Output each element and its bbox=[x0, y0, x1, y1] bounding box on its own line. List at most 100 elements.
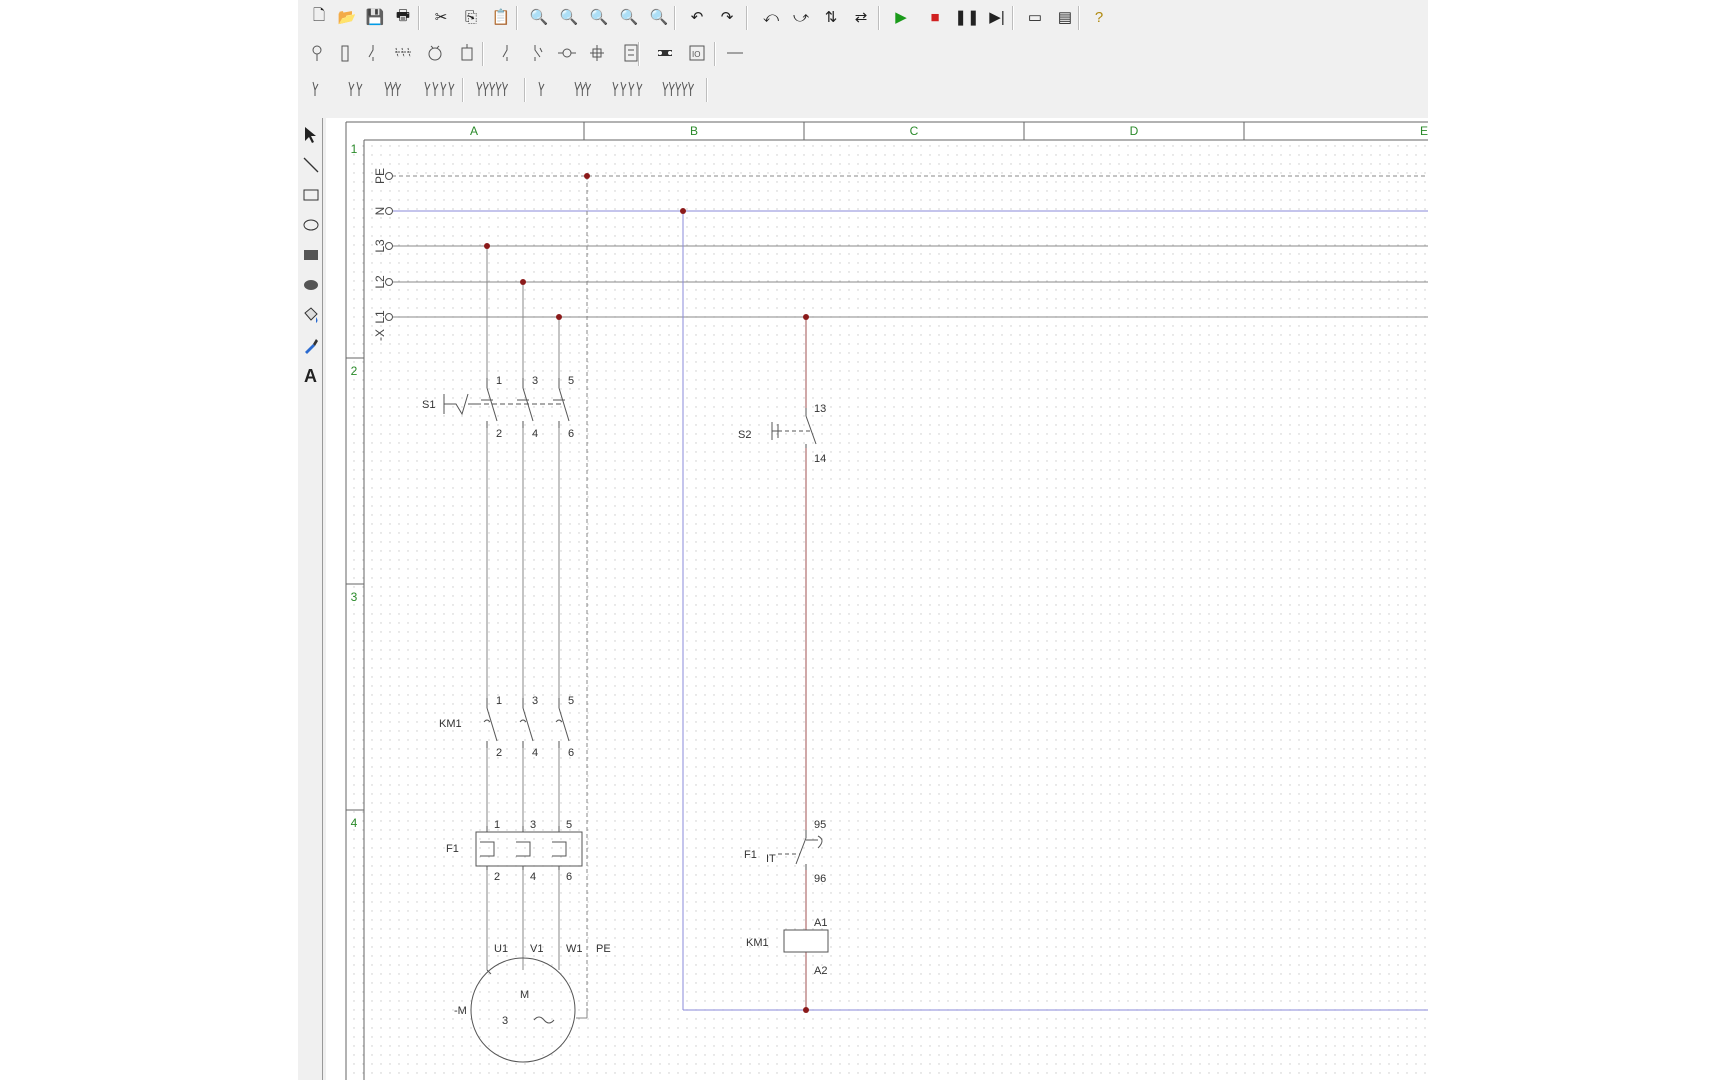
terminal-symbol-icon[interactable] bbox=[584, 40, 610, 66]
double-contact-icon[interactable] bbox=[344, 76, 370, 102]
schematic-drawing: ABCDE 1234 PE N L3 L2 L1 -X S1 1 3 5 2 4… bbox=[345, 121, 1428, 1080]
print-icon[interactable]: 🖶 bbox=[390, 4, 416, 30]
cut-icon[interactable]: ✂ bbox=[428, 4, 454, 30]
f1-terminal-3: 3 bbox=[530, 819, 536, 831]
motor-label: -M bbox=[454, 1005, 467, 1017]
fuse-symbol-icon[interactable] bbox=[332, 40, 358, 66]
filled-rectangle-tool-icon[interactable] bbox=[300, 242, 322, 268]
single-contact-icon[interactable] bbox=[308, 76, 334, 102]
redo-icon[interactable]: ↷ bbox=[714, 4, 740, 30]
zoom-width-icon[interactable]: 🔍 bbox=[556, 4, 582, 30]
undo-icon[interactable]: ↶ bbox=[684, 4, 710, 30]
nc-multi-icon[interactable] bbox=[660, 76, 698, 102]
zoom-window-icon[interactable]: 🔍 bbox=[646, 4, 672, 30]
nc-single-icon[interactable] bbox=[534, 76, 560, 102]
zoom-in-icon[interactable]: 🔍 bbox=[586, 4, 612, 30]
motor-symbol-icon[interactable] bbox=[422, 40, 448, 66]
toolbar-separator bbox=[516, 6, 518, 30]
grid-background bbox=[346, 140, 1428, 1080]
lamp-symbol-icon[interactable] bbox=[304, 40, 330, 66]
no-contact-symbol-icon[interactable] bbox=[494, 40, 520, 66]
new-file-icon[interactable]: 🗋 bbox=[306, 4, 332, 30]
symbol-toolbar: IO bbox=[298, 36, 1428, 72]
save-icon[interactable]: 💾 bbox=[362, 4, 388, 30]
motor-terminal-pe: PE bbox=[596, 943, 611, 955]
s2-terminal-13: 13 bbox=[814, 403, 826, 415]
junction-control-l1 bbox=[803, 314, 809, 320]
open-folder-icon[interactable]: 📂 bbox=[334, 4, 360, 30]
multi-contact-icon[interactable] bbox=[474, 76, 512, 102]
km1-terminal-2: 2 bbox=[496, 747, 502, 759]
window-icon[interactable]: ▭ bbox=[1022, 4, 1048, 30]
sensor-symbol-icon[interactable] bbox=[554, 40, 580, 66]
triple-contact-symbol-icon[interactable] bbox=[390, 40, 416, 66]
fill-bucket-icon[interactable] bbox=[300, 302, 322, 328]
column-label-a: A bbox=[470, 124, 478, 138]
coil-symbol-icon[interactable] bbox=[454, 40, 480, 66]
km1-terminal-4: 4 bbox=[532, 747, 538, 759]
color-picker-icon[interactable] bbox=[300, 332, 322, 358]
pause-simulation-icon[interactable]: ❚❚ bbox=[954, 4, 980, 30]
step-simulation-icon[interactable]: ▶| bbox=[984, 4, 1010, 30]
s1-terminal-1: 1 bbox=[496, 375, 502, 387]
f1-aux-terminal-96: 96 bbox=[814, 873, 826, 885]
km1-terminal-5: 5 bbox=[568, 695, 574, 707]
zoom-page-icon[interactable]: 🔍 bbox=[526, 4, 552, 30]
s1-terminal-6: 6 bbox=[568, 428, 574, 440]
bus-pe-label: PE bbox=[373, 168, 387, 184]
quad-contact-icon[interactable] bbox=[422, 76, 460, 102]
km1-coil[interactable] bbox=[783, 929, 829, 953]
bus-l1-label: L1 bbox=[373, 310, 387, 324]
filled-ellipse-tool-icon[interactable] bbox=[300, 272, 322, 298]
column-label-d: D bbox=[1130, 124, 1139, 138]
copy-icon[interactable]: ⎘ bbox=[458, 4, 484, 30]
line-tool-icon[interactable] bbox=[300, 152, 322, 178]
stop-simulation-icon[interactable]: ■ bbox=[922, 4, 948, 30]
f1-main-label: F1 bbox=[446, 843, 459, 855]
help-icon[interactable]: ? bbox=[1086, 4, 1112, 30]
paste-icon[interactable]: 📋 bbox=[488, 4, 514, 30]
line-symbol-icon[interactable] bbox=[722, 40, 748, 66]
nc-quad-icon[interactable] bbox=[610, 76, 648, 102]
schematic-canvas[interactable]: ABCDE 1234 PE N L3 L2 L1 -X S1 1 3 5 2 4… bbox=[326, 118, 1428, 1080]
motor-terminal-w1: W1 bbox=[566, 943, 583, 955]
connector-symbol-icon[interactable] bbox=[652, 40, 678, 66]
toolbar-separator bbox=[1012, 6, 1014, 30]
toolbar-separator bbox=[524, 78, 526, 102]
triple-contact-icon[interactable] bbox=[380, 76, 406, 102]
main-toolbar: 🗋 📂 💾 🖶 ✂ ⎘ 📋 🔍 🔍 🔍 🔍 🔍 ↶ ↷ ⤺ ⤻ ⇅ ⇄ ▶ ■ ❚❚ ▶| ▭ ▤? bbox=[298, 0, 1428, 36]
toolbar-separator bbox=[746, 6, 748, 30]
contact-symbol-icon[interactable] bbox=[360, 40, 386, 66]
s1-terminal-5: 5 bbox=[568, 375, 574, 387]
km1-coil-terminal-a1: A1 bbox=[814, 917, 827, 929]
ellipse-tool-icon[interactable] bbox=[300, 212, 322, 238]
row-label-1: 1 bbox=[351, 142, 358, 156]
zoom-out-icon[interactable]: 🔍 bbox=[616, 4, 642, 30]
flip-horizontal-icon[interactable]: ⇄ bbox=[848, 4, 874, 30]
left-ruler-line bbox=[322, 118, 323, 1080]
select-arrow-icon[interactable] bbox=[300, 122, 322, 148]
rotate-left-icon[interactable]: ⤺ bbox=[758, 4, 784, 30]
f1-terminal-2: 2 bbox=[494, 871, 500, 883]
text-tool-icon[interactable]: A bbox=[300, 362, 322, 388]
rotate-right-icon[interactable]: ⤻ bbox=[788, 4, 814, 30]
window-list-icon[interactable]: ▤ bbox=[1052, 4, 1078, 30]
plc-io-symbol-icon[interactable]: IO bbox=[684, 40, 710, 66]
rectangle-tool-icon[interactable] bbox=[300, 182, 322, 208]
bus-l2-label: L2 bbox=[373, 275, 387, 289]
toolbar-separator bbox=[462, 78, 464, 102]
nc-triple-icon[interactable] bbox=[570, 76, 596, 102]
play-simulation-icon[interactable]: ▶ bbox=[888, 4, 914, 30]
toolbar-separator bbox=[706, 78, 708, 102]
svg-text:IO: IO bbox=[692, 50, 700, 59]
toolbar-separator bbox=[674, 6, 676, 30]
motor-terminal-v1: V1 bbox=[530, 943, 543, 955]
bus-l3-label: L3 bbox=[373, 239, 387, 253]
motor-m-text: M bbox=[520, 989, 529, 1001]
column-markers: A B C D E bbox=[470, 122, 1428, 140]
s2-terminal-14: 14 bbox=[814, 453, 826, 465]
relay-symbol-icon[interactable] bbox=[618, 40, 644, 66]
flip-vertical-icon[interactable]: ⇅ bbox=[818, 4, 844, 30]
nc-contact-symbol-icon[interactable] bbox=[524, 40, 550, 66]
toolbar-separator bbox=[714, 42, 716, 66]
